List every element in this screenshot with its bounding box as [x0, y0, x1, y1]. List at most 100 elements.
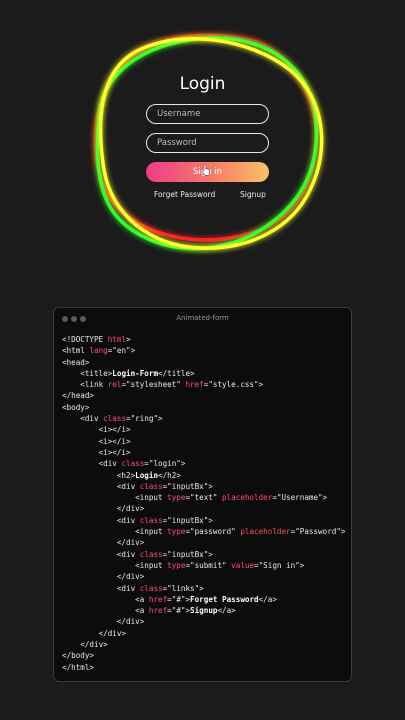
code-token: <h2> — [62, 470, 136, 480]
forget-password-link[interactable]: Forget Password — [154, 190, 215, 199]
code-token: value — [231, 560, 255, 570]
code-token: <a — [62, 594, 149, 604]
code-token: class — [139, 515, 163, 525]
code-token: ="en"> — [107, 346, 136, 356]
code-line: </div> — [62, 639, 346, 650]
code-line: </div> — [62, 537, 346, 548]
code-token: rel — [107, 380, 122, 390]
code-token: <html — [62, 346, 90, 356]
code-token: Login — [135, 470, 159, 480]
code-line: <div class="inputBx"> — [62, 515, 346, 526]
window-title: Animated-form — [176, 314, 229, 322]
code-token: <input — [62, 560, 168, 570]
login-title: Login — [179, 74, 226, 94]
code-token: ="Password"> — [290, 527, 346, 537]
code-token: type — [167, 493, 186, 503]
code-token: <div — [62, 481, 140, 491]
code-token: ="submit" — [185, 560, 232, 570]
code-token: ="style.css"> — [203, 380, 264, 390]
code-line: <a href="#">Signup</a> — [62, 605, 346, 616]
code-block: <!DOCTYPE html> <html lang="en"> <head> <t… — [62, 334, 346, 673]
hand-cursor-icon — [201, 164, 210, 176]
code-line: <div class="login"> — [62, 458, 346, 469]
code-token: </head> — [62, 391, 95, 401]
code-line: <div class="links"> — [62, 583, 346, 594]
code-line: <title>Login-Form</title> — [62, 368, 346, 379]
code-token: ="login"> — [144, 459, 186, 469]
code-token: <link — [62, 380, 108, 390]
code-line: </div> — [62, 571, 346, 582]
code-line: <head> — [62, 357, 346, 368]
code-token: <div — [62, 414, 104, 424]
window-titlebar: Animated-form — [54, 308, 351, 330]
code-editor-window: Animated-form <!DOCTYPE html> <html lang=… — [53, 307, 352, 682]
code-token: placeholder — [222, 493, 273, 503]
code-token: <div — [62, 515, 140, 525]
code-token: ="Sign in"> — [254, 560, 305, 570]
code-token: </div> — [62, 617, 145, 627]
code-token: class — [139, 481, 163, 491]
code-token: ="stylesheet" — [121, 380, 186, 390]
code-line: </body> — [62, 650, 346, 661]
code-line: <h2>Login</h2> — [62, 470, 346, 481]
code-token: ="Username"> — [272, 493, 328, 503]
code-token: </body> — [62, 651, 95, 661]
code-token: > — [126, 335, 131, 344]
code-token: placeholder — [240, 527, 291, 537]
code-token: ="#"> — [167, 594, 191, 604]
code-token: href — [148, 594, 168, 604]
code-token: <!DOCTYPE — [62, 335, 108, 344]
code-line: <input type="text" placeholder="Username… — [62, 492, 346, 503]
code-token: <input — [62, 527, 168, 537]
code-line: <!DOCTYPE html> — [62, 334, 346, 345]
code-token: ="inputBx"> — [162, 481, 213, 491]
code-token: type — [167, 527, 186, 537]
code-token: </div> — [62, 640, 108, 650]
code-token: <div — [62, 549, 140, 559]
code-token: Forget Password — [190, 594, 259, 604]
code-line: <body> — [62, 402, 346, 413]
code-token: class — [103, 414, 127, 424]
code-token: </div> — [62, 628, 127, 638]
code-line: </div> — [62, 628, 346, 639]
code-token: ="password" — [185, 527, 241, 537]
code-token: </html> — [62, 662, 95, 672]
code-token: ="inputBx"> — [162, 549, 213, 559]
code-line: <html lang="en"> — [62, 345, 346, 356]
code-line: </html> — [62, 662, 346, 673]
password-placeholder: Password — [157, 138, 197, 148]
code-token: </title> — [158, 368, 195, 378]
code-token: </a> — [258, 594, 277, 604]
code-token: lang — [89, 346, 108, 356]
code-token: <div — [62, 583, 140, 593]
code-line: <i></i> — [62, 436, 346, 447]
code-line: <div class="ring"> — [62, 413, 346, 424]
code-token: </div> — [62, 572, 145, 582]
password-input[interactable]: Password — [146, 133, 269, 153]
code-token: ="#"> — [167, 606, 191, 616]
code-token: ="ring"> — [126, 414, 163, 424]
code-line: <a href="#">Forget Password</a> — [62, 594, 346, 605]
code-token: </div> — [62, 538, 145, 548]
code-line: </div> — [62, 503, 346, 514]
code-line: <input type="password" placeholder="Pass… — [62, 526, 346, 537]
code-line: </head> — [62, 390, 346, 401]
code-token: class — [139, 549, 163, 559]
code-token: <i></i> — [62, 447, 131, 457]
code-token: <a — [62, 606, 149, 616]
code-token: class — [139, 583, 163, 593]
code-line: <div class="inputBx"> — [62, 481, 346, 492]
code-token: href — [148, 606, 168, 616]
code-line: <i></i> — [62, 447, 346, 458]
code-token: <i></i> — [62, 436, 131, 446]
code-token: </div> — [62, 504, 145, 514]
username-input[interactable]: Username — [146, 104, 269, 124]
code-token: class — [121, 459, 145, 469]
code-token: Signup — [190, 606, 218, 616]
code-token: ="inputBx"> — [162, 515, 213, 525]
code-token: <title> — [62, 368, 113, 378]
signup-link[interactable]: Signup — [240, 190, 266, 199]
code-token: href — [185, 380, 204, 390]
code-token: <body> — [62, 402, 90, 412]
code-line: <i></i> — [62, 424, 346, 435]
